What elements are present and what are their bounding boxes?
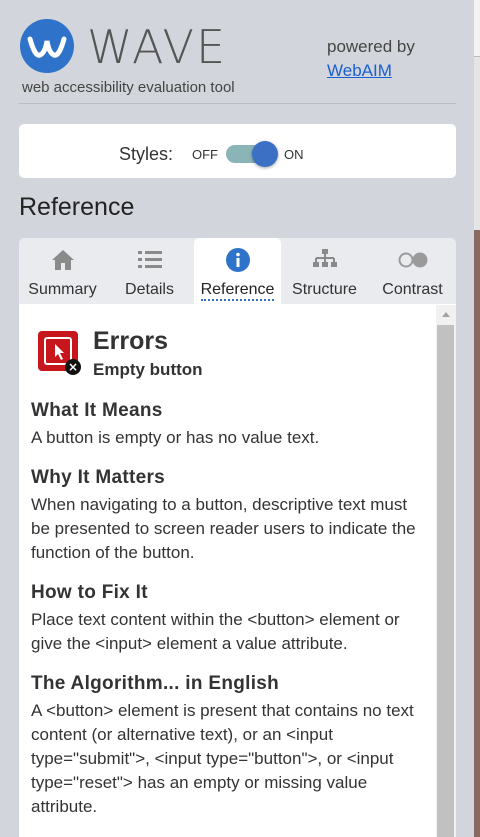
section-heading: The Algorithm... in English: [31, 673, 280, 694]
styles-on-label: ON: [284, 147, 304, 162]
section-body: When navigating to a button, descriptive…: [31, 495, 416, 562]
powered-by-label: powered by: [327, 37, 415, 56]
page-edge: [474, 0, 480, 837]
error-close-badge-icon: ×: [65, 359, 81, 375]
sitemap-icon: [281, 246, 368, 274]
contrast-toggle-icon: [369, 246, 456, 274]
tab-contrast[interactable]: Contrast: [369, 238, 456, 304]
page-title: Reference: [19, 193, 135, 221]
list-icon: [106, 246, 193, 274]
scrollbar-thumb[interactable]: [437, 325, 454, 837]
brand-name: WAVE: [87, 20, 228, 74]
tab-label: Details: [125, 281, 174, 298]
scrollbar[interactable]: [436, 305, 456, 837]
section-body: Place text content within the <button> e…: [31, 610, 400, 653]
scroll-up-arrow-icon[interactable]: [442, 312, 450, 317]
tab-details[interactable]: Details: [106, 238, 193, 304]
header-divider: [19, 103, 456, 104]
home-icon: [19, 246, 106, 274]
tab-label: Reference: [194, 281, 281, 301]
section-heading: How to Fix It: [31, 582, 148, 603]
tagline: web accessibility evaluation tool: [22, 79, 235, 96]
page-edge-content: [474, 230, 480, 837]
wave-logo-icon: [20, 19, 74, 73]
section-heading: What It Means: [31, 400, 163, 421]
webaim-link[interactable]: WebAIM: [327, 61, 392, 81]
section-body: A button is empty or has no value text.: [31, 428, 320, 447]
tab-label: Structure: [292, 281, 357, 298]
tab-label: Contrast: [382, 281, 443, 298]
reference-item-name: Empty button: [93, 360, 203, 379]
tab-reference[interactable]: Reference: [194, 238, 281, 304]
section-heading: Why It Matters: [31, 467, 166, 488]
page-edge-top: [474, 0, 480, 57]
styles-label: Styles:: [119, 144, 174, 164]
tab-structure[interactable]: Structure: [281, 238, 368, 304]
styles-toggle-knob[interactable]: [252, 141, 278, 167]
section-body: A <button> element is present that conta…: [31, 701, 414, 816]
reference-category: Errors: [93, 327, 169, 355]
tab-summary[interactable]: Summary: [19, 238, 106, 304]
info-icon: [194, 246, 281, 274]
header: WAVE web accessibility evaluation tool p…: [0, 0, 474, 104]
tab-label: Summary: [28, 281, 97, 298]
styles-off-label: OFF: [192, 147, 218, 162]
